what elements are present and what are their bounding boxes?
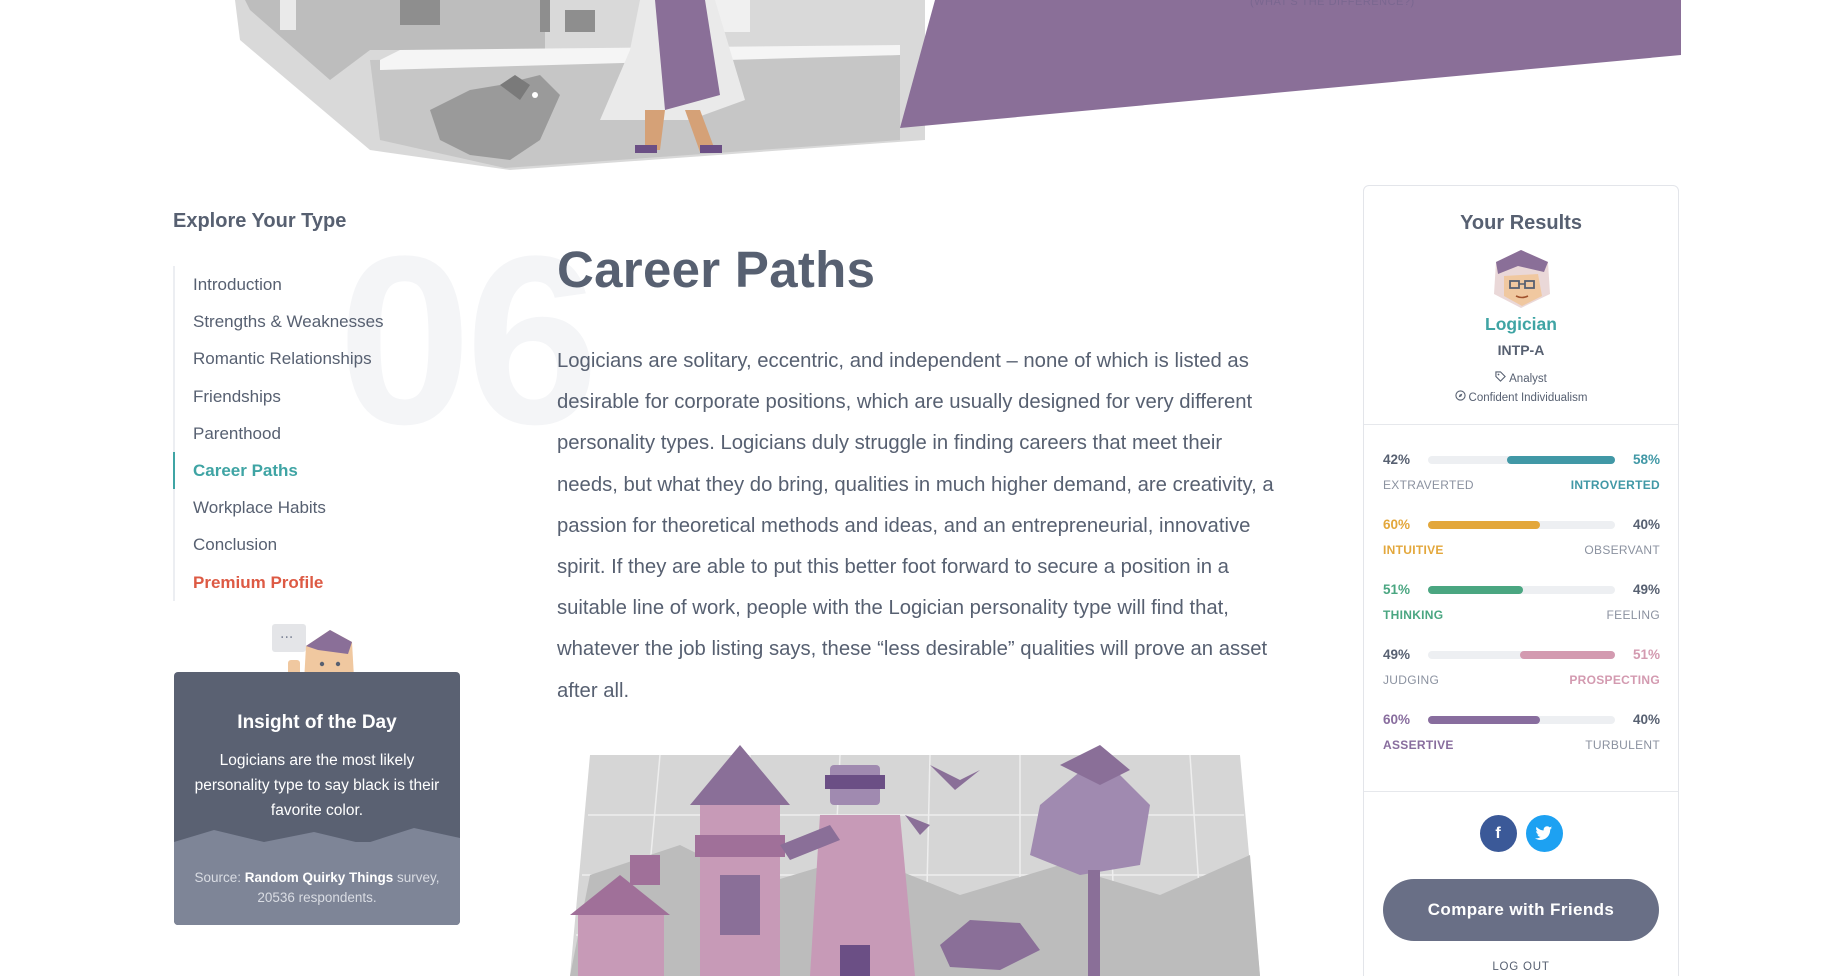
nav-item-friendships[interactable]: Friendships — [173, 378, 473, 415]
nav-item-premium-profile[interactable]: Premium Profile — [173, 564, 473, 601]
trait-identity: 60% 40% ASSERTIVE TURBULENT — [1383, 712, 1660, 777]
trait-right-label: PROSPECTING — [1569, 673, 1660, 687]
insight-text: Logicians are the most likely personalit… — [194, 752, 440, 819]
svg-text:···: ··· — [280, 630, 293, 646]
facebook-icon[interactable]: f — [1479, 815, 1517, 852]
type-name[interactable]: Logician — [1364, 314, 1678, 335]
explore-type-sidebar: 06 Explore Your Type Introduction Streng… — [173, 210, 599, 601]
trait-nature: 51% 49% THINKING FEELING — [1383, 582, 1660, 647]
trait-left-label: ASSERTIVE — [1383, 738, 1454, 752]
insight-source-link[interactable]: Random Quirky Things — [245, 870, 394, 885]
trait-right-label: FEELING — [1606, 608, 1660, 622]
trait-right-pct: 58% — [1632, 452, 1660, 467]
insight-source: Source: Random Quirky Things survey, 205… — [186, 868, 448, 908]
page-title: Career Paths — [557, 241, 876, 298]
compare-with-friends-button[interactable]: Compare with Friends — [1383, 879, 1659, 941]
trait-left-pct: 49% — [1383, 647, 1411, 662]
insight-source-prefix: Source: — [194, 870, 245, 885]
trait-bar-fill — [1519, 650, 1615, 659]
trait-right-pct: 40% — [1632, 712, 1660, 727]
trait-bar — [1428, 455, 1615, 464]
trait-left-label: EXTRAVERTED — [1383, 478, 1474, 492]
hero-illustration — [235, 0, 1681, 170]
results-divider — [1364, 791, 1678, 792]
trait-mind: 60% 40% INTUITIVE OBSERVANT — [1383, 517, 1660, 582]
trait-right-label: INTROVERTED — [1570, 478, 1660, 492]
career-paths-illustration — [570, 745, 1260, 976]
trait-bar-fill — [1428, 715, 1541, 724]
trait-left-label: INTUITIVE — [1383, 543, 1444, 557]
trait-bar — [1428, 715, 1615, 724]
share-buttons: f — [1364, 815, 1678, 852]
body-paragraph: Logicians are solitary, eccentric, and i… — [557, 350, 1274, 702]
trait-right-pct: 40% — [1632, 517, 1660, 532]
compass-icon — [1454, 389, 1466, 408]
tag-icon — [1495, 370, 1507, 389]
trait-energy: 42% 58% EXTRAVERTED INTROVERTED — [1383, 452, 1660, 517]
your-results-panel: Your Results Logician INTP-A Analyst Con… — [1363, 185, 1679, 976]
type-code: INTP-A — [1497, 342, 1545, 358]
trait-left-pct: 60% — [1383, 517, 1411, 532]
trait-tactics: 49% 51% JUDGING PROSPECTING — [1383, 647, 1660, 712]
hero-caption: (WHAT'S THE DIFFERENCE?) — [1250, 0, 1415, 8]
hero-banner: (WHAT'S THE DIFFERENCE?) — [0, 0, 1835, 170]
trait-right-pct: 49% — [1632, 582, 1660, 597]
role-row: Analyst — [1364, 370, 1678, 389]
logician-avatar[interactable] — [1488, 248, 1554, 310]
nav-item-introduction[interactable]: Introduction — [173, 266, 473, 303]
nav-item-conclusion[interactable]: Conclusion — [173, 526, 473, 563]
trait-bar-fill — [1428, 585, 1524, 594]
trait-bar — [1428, 520, 1615, 529]
trait-bar-fill — [1506, 455, 1615, 464]
twitter-bird-glyph — [1535, 826, 1553, 840]
type-meta: Analyst Confident Individualism — [1364, 370, 1678, 408]
trait-right-pct: 51% — [1632, 647, 1660, 662]
trait-bar — [1428, 650, 1615, 659]
trait-bar-fill — [1428, 520, 1541, 529]
log-out-link[interactable]: LOG OUT — [1364, 961, 1678, 973]
nav-item-romantic-relationships[interactable]: Romantic Relationships — [173, 340, 473, 377]
facebook-glyph: f — [1495, 824, 1501, 842]
nav-item-parenthood[interactable]: Parenthood — [173, 415, 473, 452]
trait-bar — [1428, 585, 1615, 594]
trait-right-label: TURBULENT — [1585, 738, 1660, 752]
trait-left-label: JUDGING — [1383, 673, 1440, 687]
role-label: Analyst — [1509, 373, 1547, 385]
strategy-row: Confident Individualism — [1364, 389, 1678, 408]
trait-right-label: OBSERVANT — [1584, 543, 1660, 557]
twitter-icon[interactable] — [1525, 815, 1563, 852]
insight-title: Insight of the Day — [237, 712, 397, 733]
strategy-label: Confident Individualism — [1468, 392, 1588, 404]
sidebar-nav: Introduction Strengths & Weaknesses Roma… — [173, 266, 473, 601]
insight-of-the-day-card: Insight of the Day Logicians are the mos… — [174, 672, 460, 925]
nav-item-strengths-weaknesses[interactable]: Strengths & Weaknesses — [173, 303, 473, 340]
trait-left-pct: 60% — [1383, 712, 1411, 727]
main-content: Career Paths Logicians are solitary, ecc… — [557, 240, 1277, 712]
nav-item-workplace-habits[interactable]: Workplace Habits — [173, 489, 473, 526]
nav-item-career-paths[interactable]: Career Paths — [173, 451, 473, 490]
trait-left-pct: 42% — [1383, 452, 1411, 467]
results-title: Your Results — [1460, 212, 1582, 234]
trait-left-pct: 51% — [1383, 582, 1411, 597]
trait-left-label: THINKING — [1383, 608, 1444, 622]
trait-scales: 42% 58% EXTRAVERTED INTROVERTED 60% 40% … — [1364, 425, 1678, 777]
